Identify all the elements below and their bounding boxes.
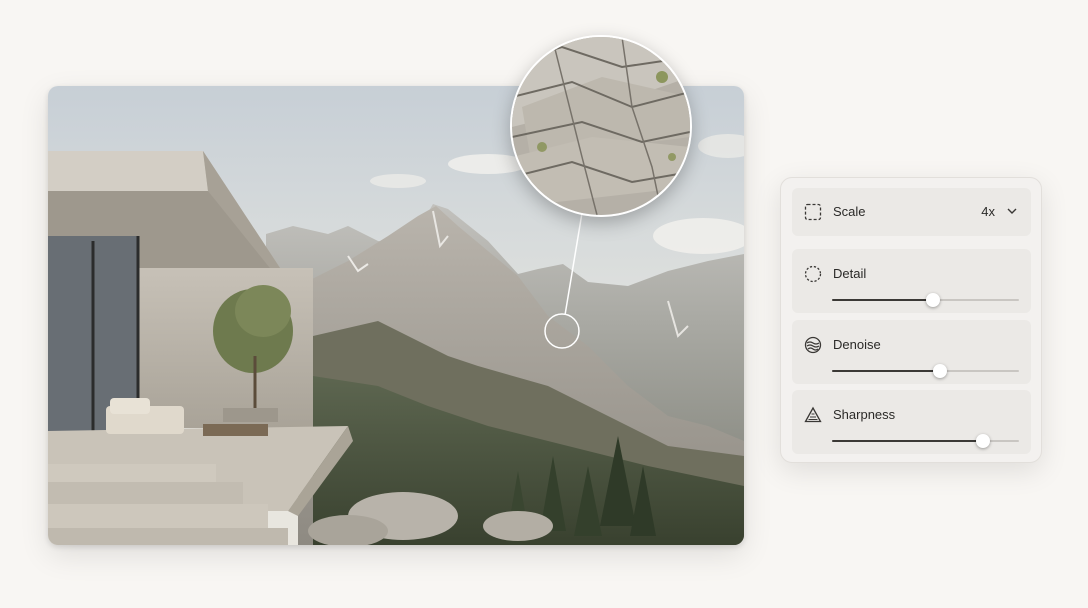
zoom-magnifier	[510, 35, 692, 217]
denoise-slider-thumb[interactable]	[933, 364, 948, 378]
sharpness-control: Sharpness	[792, 390, 1031, 454]
detail-slider-thumb[interactable]	[925, 293, 940, 307]
denoise-slider[interactable]	[832, 364, 1019, 378]
sharpness-icon	[804, 406, 822, 424]
sharpness-slider-fill	[832, 440, 984, 442]
sharpness-slider[interactable]	[832, 434, 1019, 448]
scale-label: Scale	[833, 204, 866, 219]
denoise-icon	[804, 336, 822, 354]
detail-control: Detail	[792, 249, 1031, 313]
detail-icon	[804, 265, 822, 283]
detail-label: Detail	[833, 266, 867, 281]
denoise-control: Denoise	[792, 320, 1031, 384]
chevron-down-icon[interactable]	[1006, 205, 1018, 217]
denoise-slider-fill	[832, 370, 941, 372]
scale-value: 4x	[981, 204, 995, 219]
sharpness-slider-thumb[interactable]	[976, 434, 991, 448]
detail-slider[interactable]	[832, 293, 1019, 307]
scale-icon	[804, 203, 822, 221]
detail-slider-fill	[832, 299, 933, 301]
sharpness-label: Sharpness	[833, 407, 896, 422]
enhance-settings-panel: Scale 4x Detail Denoise Sharpness	[780, 177, 1042, 463]
denoise-label: Denoise	[833, 337, 881, 352]
scale-selector[interactable]: Scale 4x	[792, 188, 1031, 236]
